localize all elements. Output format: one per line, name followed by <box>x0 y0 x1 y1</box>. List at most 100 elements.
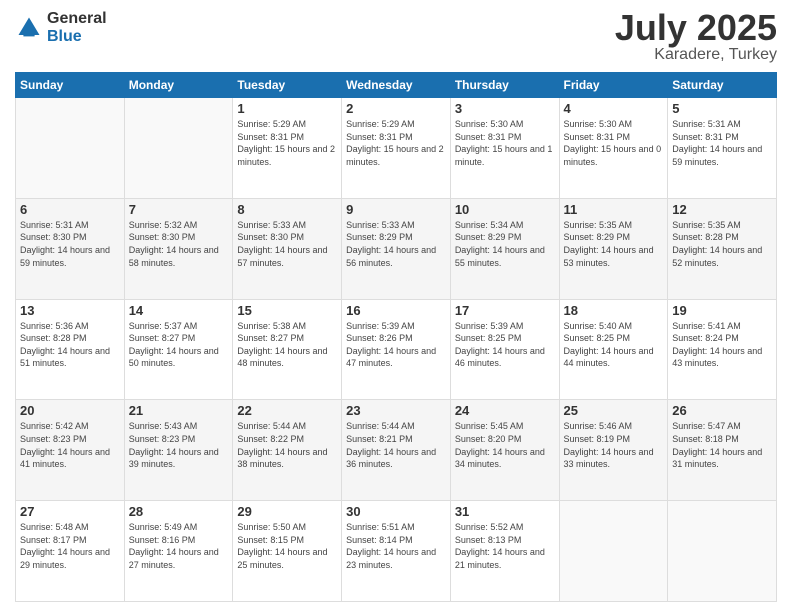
day-info: Sunrise: 5:31 AMSunset: 8:31 PMDaylight:… <box>672 118 772 168</box>
day-info: Sunrise: 5:52 AMSunset: 8:13 PMDaylight:… <box>455 521 555 571</box>
calendar-cell: 8 Sunrise: 5:33 AMSunset: 8:30 PMDaylight… <box>233 198 342 299</box>
day-info: Sunrise: 5:33 AMSunset: 8:29 PMDaylight:… <box>346 219 446 269</box>
header: General Blue July 2025 Karadere, Turkey <box>15 10 777 64</box>
day-number: 6 <box>20 202 120 217</box>
day-info: Sunrise: 5:29 AMSunset: 8:31 PMDaylight:… <box>237 118 337 168</box>
day-number: 22 <box>237 403 337 418</box>
title-block: July 2025 Karadere, Turkey <box>615 10 777 64</box>
day-number: 26 <box>672 403 772 418</box>
calendar-cell: 6 Sunrise: 5:31 AMSunset: 8:30 PMDaylight… <box>16 198 125 299</box>
calendar-cell: 30 Sunrise: 5:51 AMSunset: 8:14 PMDayligh… <box>342 501 451 602</box>
day-number: 7 <box>129 202 229 217</box>
day-number: 4 <box>564 101 664 116</box>
calendar-cell: 4 Sunrise: 5:30 AMSunset: 8:31 PMDaylight… <box>559 98 668 199</box>
calendar-cell: 14 Sunrise: 5:37 AMSunset: 8:27 PMDayligh… <box>124 299 233 400</box>
day-number: 8 <box>237 202 337 217</box>
calendar-cell: 12Sunrise: 5:35 AMSunset: 8:28 PMDayligh… <box>668 198 777 299</box>
day-number: 5 <box>672 101 772 116</box>
day-info: Sunrise: 5:44 AMSunset: 8:22 PMDaylight:… <box>237 420 337 470</box>
calendar-cell: 26Sunrise: 5:47 AMSunset: 8:18 PMDayligh… <box>668 400 777 501</box>
day-info: Sunrise: 5:51 AMSunset: 8:14 PMDaylight:… <box>346 521 446 571</box>
day-info: Sunrise: 5:33 AMSunset: 8:30 PMDaylight:… <box>237 219 337 269</box>
calendar-cell <box>16 98 125 199</box>
day-info: Sunrise: 5:42 AMSunset: 8:23 PMDaylight:… <box>20 420 120 470</box>
calendar-cell: 29Sunrise: 5:50 AMSunset: 8:15 PMDayligh… <box>233 501 342 602</box>
day-number: 16 <box>346 303 446 318</box>
calendar-cell: 18 Sunrise: 5:40 AMSunset: 8:25 PMDayligh… <box>559 299 668 400</box>
calendar-cell: 2Sunrise: 5:29 AMSunset: 8:31 PMDaylight… <box>342 98 451 199</box>
day-number: 1 <box>237 101 337 116</box>
day-info: Sunrise: 5:48 AMSunset: 8:17 PMDaylight:… <box>20 521 120 571</box>
day-info: Sunrise: 5:38 AMSunset: 8:27 PMDaylight:… <box>237 320 337 370</box>
calendar-cell: 17Sunrise: 5:39 AMSunset: 8:25 PMDayligh… <box>450 299 559 400</box>
day-number: 10 <box>455 202 555 217</box>
calendar-day-header: Wednesday <box>342 73 451 98</box>
calendar-cell: 5 Sunrise: 5:31 AMSunset: 8:31 PMDaylight… <box>668 98 777 199</box>
calendar-week-row: 20 Sunrise: 5:42 AMSunset: 8:23 PMDayligh… <box>16 400 777 501</box>
calendar-cell: 11 Sunrise: 5:35 AMSunset: 8:29 PMDayligh… <box>559 198 668 299</box>
day-info: Sunrise: 5:30 AMSunset: 8:31 PMDaylight:… <box>564 118 664 168</box>
day-number: 19 <box>672 303 772 318</box>
day-info: Sunrise: 5:44 AMSunset: 8:21 PMDaylight:… <box>346 420 446 470</box>
calendar-cell: 19 Sunrise: 5:41 AMSunset: 8:24 PMDayligh… <box>668 299 777 400</box>
calendar-cell <box>124 98 233 199</box>
day-info: Sunrise: 5:32 AMSunset: 8:30 PMDaylight:… <box>129 219 229 269</box>
day-number: 30 <box>346 504 446 519</box>
logo-general: General <box>47 10 107 28</box>
day-info: Sunrise: 5:41 AMSunset: 8:24 PMDaylight:… <box>672 320 772 370</box>
day-number: 20 <box>20 403 120 418</box>
day-info: Sunrise: 5:31 AMSunset: 8:30 PMDaylight:… <box>20 219 120 269</box>
calendar-day-header: Friday <box>559 73 668 98</box>
logo: General Blue <box>15 10 107 45</box>
day-info: Sunrise: 5:30 AMSunset: 8:31 PMDaylight:… <box>455 118 555 168</box>
day-info: Sunrise: 5:40 AMSunset: 8:25 PMDaylight:… <box>564 320 664 370</box>
day-number: 24 <box>455 403 555 418</box>
day-number: 23 <box>346 403 446 418</box>
logo-icon <box>15 14 43 42</box>
calendar-day-header: Monday <box>124 73 233 98</box>
day-info: Sunrise: 5:35 AMSunset: 8:29 PMDaylight:… <box>564 219 664 269</box>
day-info: Sunrise: 5:39 AMSunset: 8:25 PMDaylight:… <box>455 320 555 370</box>
calendar-cell: 16Sunrise: 5:39 AMSunset: 8:26 PMDayligh… <box>342 299 451 400</box>
day-number: 27 <box>20 504 120 519</box>
calendar-cell: 10 Sunrise: 5:34 AMSunset: 8:29 PMDayligh… <box>450 198 559 299</box>
day-number: 31 <box>455 504 555 519</box>
day-info: Sunrise: 5:45 AMSunset: 8:20 PMDaylight:… <box>455 420 555 470</box>
day-info: Sunrise: 5:35 AMSunset: 8:28 PMDaylight:… <box>672 219 772 269</box>
day-info: Sunrise: 5:43 AMSunset: 8:23 PMDaylight:… <box>129 420 229 470</box>
page: General Blue July 2025 Karadere, Turkey … <box>0 0 792 612</box>
calendar-cell: 31 Sunrise: 5:52 AMSunset: 8:13 PMDayligh… <box>450 501 559 602</box>
day-number: 2 <box>346 101 446 116</box>
calendar-cell: 9 Sunrise: 5:33 AMSunset: 8:29 PMDaylight… <box>342 198 451 299</box>
calendar-cell: 22 Sunrise: 5:44 AMSunset: 8:22 PMDayligh… <box>233 400 342 501</box>
day-number: 13 <box>20 303 120 318</box>
calendar-cell: 25Sunrise: 5:46 AMSunset: 8:19 PMDayligh… <box>559 400 668 501</box>
logo-text: General Blue <box>47 10 107 45</box>
calendar-cell: 23 Sunrise: 5:44 AMSunset: 8:21 PMDayligh… <box>342 400 451 501</box>
calendar-cell: 3Sunrise: 5:30 AMSunset: 8:31 PMDaylight… <box>450 98 559 199</box>
calendar-table: SundayMondayTuesdayWednesdayThursdayFrid… <box>15 72 777 602</box>
day-number: 21 <box>129 403 229 418</box>
day-number: 18 <box>564 303 664 318</box>
day-number: 14 <box>129 303 229 318</box>
calendar-week-row: 6 Sunrise: 5:31 AMSunset: 8:30 PMDaylight… <box>16 198 777 299</box>
day-info: Sunrise: 5:36 AMSunset: 8:28 PMDaylight:… <box>20 320 120 370</box>
day-number: 15 <box>237 303 337 318</box>
calendar-day-header: Thursday <box>450 73 559 98</box>
calendar-week-row: 27 Sunrise: 5:48 AMSunset: 8:17 PMDayligh… <box>16 501 777 602</box>
calendar-day-header: Tuesday <box>233 73 342 98</box>
location: Karadere, Turkey <box>615 46 777 64</box>
calendar-cell: 7 Sunrise: 5:32 AMSunset: 8:30 PMDaylight… <box>124 198 233 299</box>
calendar-week-row: 1 Sunrise: 5:29 AMSunset: 8:31 PMDaylight… <box>16 98 777 199</box>
calendar-day-header: Saturday <box>668 73 777 98</box>
day-number: 9 <box>346 202 446 217</box>
day-info: Sunrise: 5:37 AMSunset: 8:27 PMDaylight:… <box>129 320 229 370</box>
calendar-week-row: 13 Sunrise: 5:36 AMSunset: 8:28 PMDayligh… <box>16 299 777 400</box>
day-info: Sunrise: 5:50 AMSunset: 8:15 PMDaylight:… <box>237 521 337 571</box>
day-info: Sunrise: 5:34 AMSunset: 8:29 PMDaylight:… <box>455 219 555 269</box>
calendar-cell: 20 Sunrise: 5:42 AMSunset: 8:23 PMDayligh… <box>16 400 125 501</box>
day-number: 11 <box>564 202 664 217</box>
calendar-day-header: Sunday <box>16 73 125 98</box>
calendar-cell: 27 Sunrise: 5:48 AMSunset: 8:17 PMDayligh… <box>16 501 125 602</box>
calendar-cell: 15 Sunrise: 5:38 AMSunset: 8:27 PMDayligh… <box>233 299 342 400</box>
